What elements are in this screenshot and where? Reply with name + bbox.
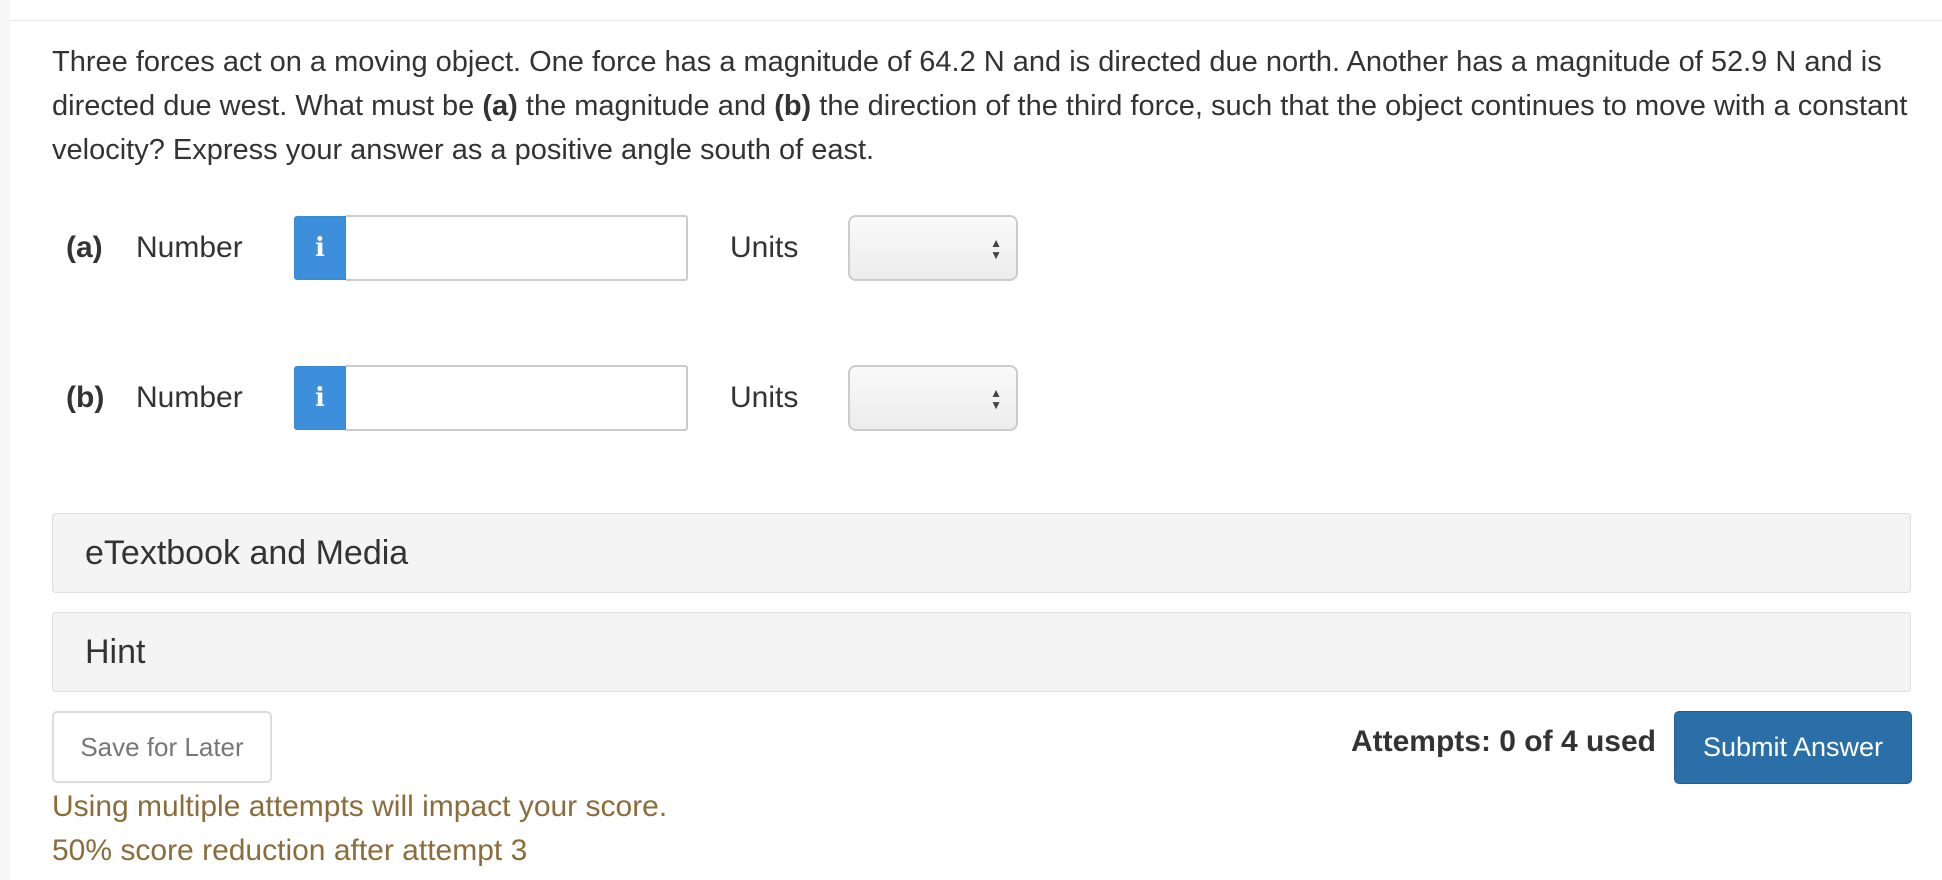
number-label-b: Number (136, 381, 243, 414)
units-select-a[interactable]: ▲ ▼ (848, 215, 1018, 281)
hint-panel[interactable]: Hint (52, 612, 1911, 692)
info-button-b[interactable]: i (294, 366, 346, 430)
question-part-2: the magnitude and (517, 90, 775, 122)
etextbook-media-panel[interactable]: eTextbook and Media (52, 513, 1911, 593)
submit-answer-button[interactable]: Submit Answer (1674, 711, 1912, 784)
save-for-later-button[interactable]: Save for Later (52, 711, 272, 783)
part-a-label: (a) (66, 231, 103, 264)
info-icon: i (315, 233, 325, 263)
page-left-edge (0, 0, 10, 880)
part-b-label: (b) (66, 381, 105, 414)
select-arrows-icon: ▲ ▼ (990, 236, 1002, 262)
info-button-a[interactable]: i (294, 216, 346, 280)
number-input-b[interactable] (346, 365, 688, 431)
attempt-warning: Using multiple attempts will impact your… (52, 785, 667, 873)
top-divider (10, 20, 1942, 21)
answer-row-b: (b) Number i Units ▲ ▼ (66, 365, 1018, 431)
question-text: Three forces act on a moving object. One… (52, 40, 1922, 172)
hint-label: Hint (85, 632, 146, 671)
answer-row-a: (a) Number i Units ▲ ▼ (66, 215, 1018, 281)
question-a-tag: (a) (482, 90, 518, 122)
number-label-a: Number (136, 231, 243, 264)
question-b-tag: (b) (774, 90, 812, 122)
etextbook-media-label: eTextbook and Media (85, 533, 409, 572)
units-label-b: Units (730, 381, 799, 414)
number-input-a[interactable] (346, 215, 688, 281)
attempts-counter: Attempts: 0 of 4 used (1350, 725, 1656, 758)
info-icon: i (315, 383, 325, 413)
warning-line-1: Using multiple attempts will impact your… (52, 790, 668, 823)
units-label-a: Units (730, 231, 799, 264)
units-select-b[interactable]: ▲ ▼ (848, 365, 1018, 431)
warning-line-2: 50% score reduction after attempt 3 (52, 834, 528, 867)
select-arrows-icon: ▲ ▼ (990, 386, 1002, 412)
